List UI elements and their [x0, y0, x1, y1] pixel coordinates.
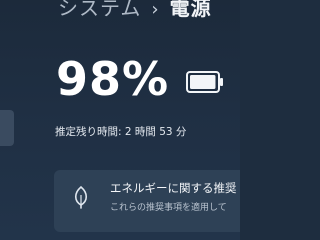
battery-percentage: 98%: [56, 52, 170, 106]
settings-window: システム › 電源 98% 推定残り時間: 2 時間 53 分 エネルギーに関する推…: [0, 0, 240, 240]
battery-icon: [186, 71, 223, 93]
card-title: エネルギーに関する推奨: [110, 181, 237, 195]
chevron-right-icon: ›: [151, 0, 160, 20]
leaf-icon: [74, 185, 88, 209]
breadcrumb-system[interactable]: システム: [58, 0, 141, 20]
remaining-time-estimate: 推定残り時間: 2 時間 53 分: [55, 126, 187, 138]
page-title: 電源: [169, 0, 212, 20]
breadcrumb: システム › 電源: [58, 0, 240, 22]
nav-selected-item[interactable]: [0, 110, 14, 146]
energy-recommendations-card[interactable]: エネルギーに関する推奨 これらの推奨事項を適用して: [54, 170, 240, 232]
card-subtitle: これらの推奨事項を適用して: [110, 203, 227, 213]
